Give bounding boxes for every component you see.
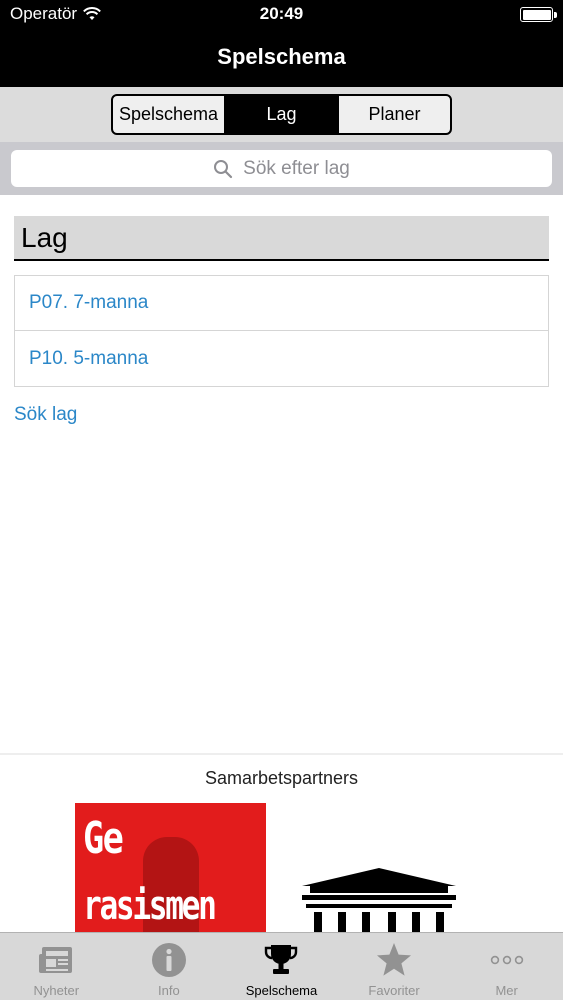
trophy-icon: [263, 941, 299, 979]
search-input[interactable]: Sök efter lag: [11, 150, 552, 187]
section-header: Lag: [14, 216, 549, 261]
logo-text-line1: Ge: [83, 813, 124, 864]
segment-lag[interactable]: Lag: [226, 96, 339, 133]
segment-spelschema[interactable]: Spelschema: [113, 96, 226, 133]
tab-bar: Nyheter Info Spelschema Favoriter Mer: [0, 932, 563, 1000]
segment-planer[interactable]: Planer: [339, 96, 450, 133]
tab-label: Spelschema: [245, 983, 318, 998]
tab-label: Favoriter: [368, 983, 420, 998]
partners-title: Samarbetspartners: [204, 768, 359, 788]
ge-rasismen-logo[interactable]: Ge rasismen: [75, 803, 266, 943]
status-time: 20:49: [259, 4, 304, 23]
info-icon: [151, 941, 187, 979]
divider: [0, 753, 563, 755]
battery-icon: [520, 7, 557, 22]
page-title: Spelschema: [217, 44, 346, 69]
list-item[interactable]: P07. 7-manna: [15, 276, 548, 331]
status-bar: Operatör 20:49: [0, 0, 563, 30]
tab-label: Info: [158, 983, 180, 998]
tab-label: Mer: [495, 983, 518, 998]
star-icon: [376, 941, 412, 979]
tab-mer[interactable]: Mer: [450, 933, 563, 1000]
tab-nyheter[interactable]: Nyheter: [0, 933, 113, 1000]
segment-bar: Spelschema Lag Planer: [0, 87, 563, 142]
search-team-link[interactable]: Sök lag: [14, 404, 77, 426]
tab-label: Nyheter: [33, 983, 80, 998]
search-bar: Sök efter lag: [0, 142, 563, 195]
more-icon: [489, 941, 525, 979]
tab-favoriter[interactable]: Favoriter: [338, 933, 451, 1000]
tab-spelschema[interactable]: Spelschema: [225, 933, 338, 1000]
navigation-bar: Operatör 20:49 Spelschema: [0, 0, 563, 87]
segmented-control: Spelschema Lag Planer: [111, 94, 452, 135]
tab-info[interactable]: Info: [113, 933, 226, 1000]
logo-text-line2: rasismen: [83, 883, 217, 929]
newspaper-icon: [38, 941, 74, 979]
team-list: P07. 7-manna P10. 5-manna: [14, 275, 549, 387]
search-icon: [213, 159, 233, 179]
list-item[interactable]: P10. 5-manna: [15, 331, 548, 386]
search-placeholder: Sök efter lag: [243, 157, 350, 179]
